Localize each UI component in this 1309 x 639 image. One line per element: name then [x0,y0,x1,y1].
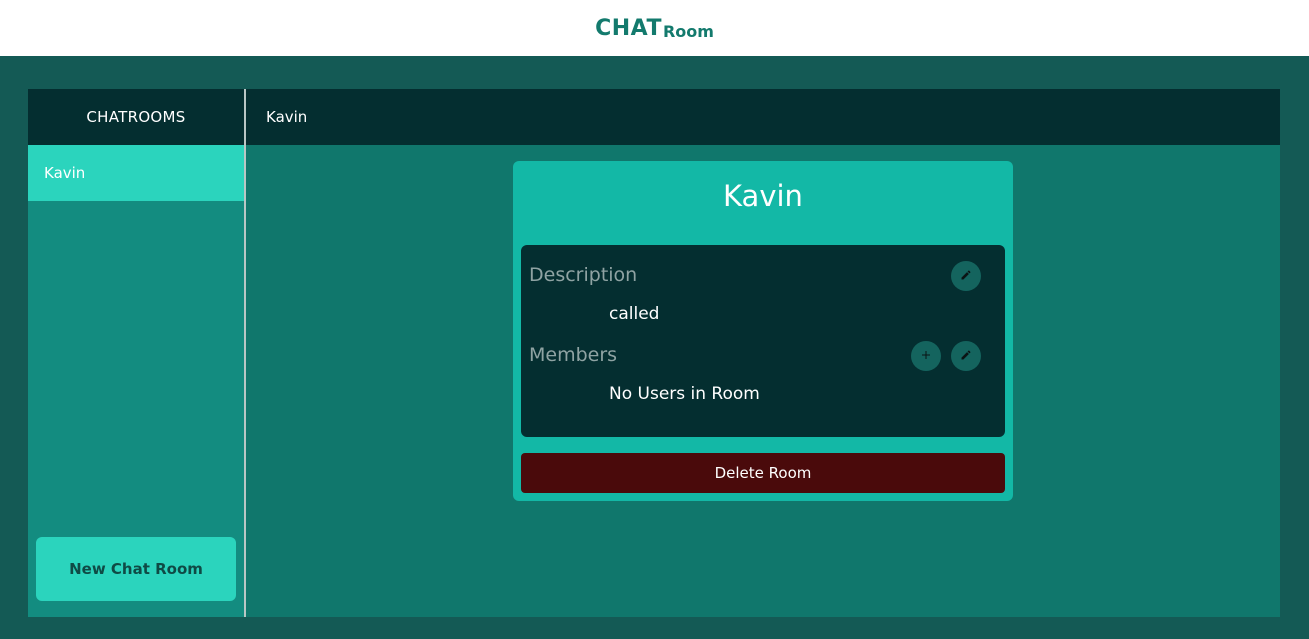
add-member-button[interactable] [911,341,941,371]
description-value: called [609,304,660,324]
pencil-icon [960,269,972,284]
members-label: Members [529,344,618,366]
brand-logo-main: CHAT [595,15,662,41]
members-value: No Users in Room [609,384,760,404]
room-info-panel: Description called Members No Users in R… [521,245,1005,437]
room-title: Kavin [723,179,803,213]
brand-logo-sub: Room [662,21,714,41]
plus-icon [920,349,932,364]
sidebar-item-kavin[interactable]: Kavin [28,145,244,201]
sidebar-title: CHATROOMS [28,89,244,145]
edit-members-button[interactable] [951,341,981,371]
room-item-label: Kavin [44,164,86,182]
delete-room-button[interactable]: Delete Room [521,453,1005,493]
room-details-card: Kavin Description called Members No User [513,161,1013,501]
edit-description-button[interactable] [951,261,981,291]
room-header-title: Kavin [246,89,1280,145]
description-label: Description [529,264,638,286]
pencil-icon [960,349,972,364]
app-header: CHAT Room [0,0,1309,56]
room-main-panel: Kavin Kavin Description called Members N… [246,89,1280,617]
new-chat-room-button[interactable]: New Chat Room [36,537,236,601]
chatrooms-sidebar: CHATROOMS Kavin New Chat Room [28,89,244,617]
